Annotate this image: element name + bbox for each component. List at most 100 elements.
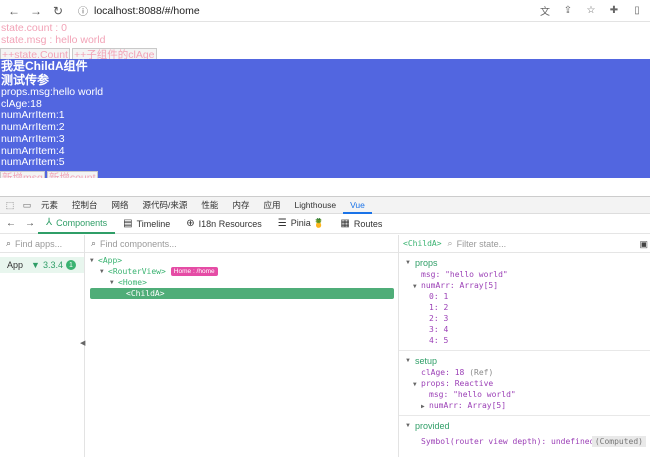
expand-triangle-icon[interactable]: ▼ (110, 277, 118, 288)
prop-msg-text: msg: "hello world" (421, 270, 508, 279)
provided-section-header[interactable]: ▼ provided (399, 419, 650, 432)
setup-section-header[interactable]: ▼ setup (399, 354, 650, 367)
tab-sources[interactable]: 源代码/来源 (136, 197, 195, 214)
setup-props-msg: msg: "hello world" (399, 389, 650, 400)
device-toolbar-icon[interactable]: ▭ (20, 200, 34, 211)
open-in-editor-icon[interactable]: ▣ (639, 239, 648, 250)
inspector-header: <ChildA> ⌕ Filter state... ▣ (399, 235, 650, 253)
address-bar[interactable]: ⓘ localhost:8088/#/home (78, 3, 200, 19)
share-icon[interactable]: ⇪ (561, 3, 575, 17)
array-item: 3: 4 (399, 324, 650, 335)
tab-lighthouse[interactable]: Lighthouse (287, 197, 343, 214)
expand-triangle-icon[interactable]: ▼ (405, 423, 411, 429)
tab-pinia[interactable]: ☰ Pinia 🍍 (270, 214, 333, 234)
prop-numarr-text: numArr: Array[5] (421, 281, 499, 290)
props-section-title: props (414, 257, 438, 268)
setup-numarr-text: numArr: Array[5] (429, 401, 507, 410)
tree-node-childa[interactable]: <ChildA> (90, 288, 394, 299)
vue-version-text: 3.3.4 (42, 260, 63, 270)
setup-clage: clAge: 18 (Ref) (399, 367, 650, 378)
bookmark-star-icon[interactable]: ☆ (584, 3, 598, 17)
find-apps-placeholder: Find apps... (15, 238, 63, 249)
app-list-item[interactable]: App ▼ 3.3.4 1 (0, 257, 84, 273)
tree-node-app[interactable]: ▼ <App> (85, 255, 398, 266)
tab-i18n[interactable]: ⊕ I18n Resources (178, 214, 269, 234)
expand-triangle-icon[interactable]: ▼ (90, 255, 98, 266)
tree-node-label: <App> (98, 256, 123, 265)
provided-section-title: provided (414, 420, 450, 431)
props-section-header[interactable]: ▼ props (399, 256, 650, 269)
expand-triangle-icon[interactable]: ▼ (100, 266, 108, 277)
ref-tag: (Ref) (469, 368, 494, 377)
site-info-icon[interactable]: ⓘ (78, 3, 88, 18)
forward-arrow-icon[interactable]: → (28, 3, 44, 19)
tab-memory[interactable]: 内存 (225, 197, 256, 214)
forward-arrow-icon[interactable]: → (22, 218, 38, 229)
vue-version: ▼ 3.3.4 1 (31, 260, 76, 270)
array-item: 2: 3 (399, 313, 650, 324)
expand-triangle-icon[interactable]: ▼ (413, 281, 421, 292)
tab-routes[interactable]: ▦ Routes (332, 214, 390, 234)
expand-triangle-icon[interactable]: ▼ (405, 358, 411, 364)
expand-triangle-icon[interactable]: ▼ (405, 260, 411, 266)
child-component-block: 我是ChildA组件 测试传参 props.msg:hello world cl… (0, 59, 650, 185)
search-icon: ⌕ (91, 238, 97, 248)
tab-vue[interactable]: Vue (343, 197, 372, 214)
tab-timeline-label: Timeline (136, 218, 171, 229)
prop-numarr[interactable]: ▼ numArr: Array[5] (399, 280, 650, 291)
filter-state-search[interactable]: ⌕ Filter state... (448, 238, 507, 249)
find-components-placeholder: Find components... (100, 238, 177, 249)
prop-msg: msg: "hello world" (399, 269, 650, 280)
vue-devtools-toolbar: ← → ⅄ Components ▤ Timeline ⊕ I18n Resou… (0, 214, 650, 234)
setup-props-numarr[interactable]: ▶ numArr: Array[5] (399, 400, 650, 411)
array-item-text: 3: 4 (429, 325, 449, 334)
array-item-text: 4: 5 (429, 336, 449, 345)
url-text: localhost:8088/#/home (94, 4, 200, 17)
sidebar-icon[interactable]: ▯ (630, 3, 644, 17)
provided-section: ▼ provided Symbol(router view depth): un… (399, 416, 650, 451)
reload-icon[interactable]: ↻ (50, 3, 66, 19)
tab-application[interactable]: 应用 (256, 197, 287, 214)
setup-section: ▼ setup clAge: 18 (Ref) ▼ props: Reactive… (399, 351, 650, 416)
tree-node-label: <Home> (118, 278, 147, 287)
tab-pinia-label: Pinia 🍍 (290, 218, 325, 228)
tab-elements[interactable]: 元素 (34, 197, 65, 214)
props-msg-text: props.msg:hello world (1, 86, 104, 98)
setup-props[interactable]: ▼ props: Reactive (399, 378, 650, 389)
devtools-panel: ⬚ ▭ 元素 控制台 网络 源代码/来源 性能 内存 应用 Lighthouse… (0, 196, 650, 457)
tree-node-label: <ChildA> (126, 289, 165, 298)
tab-performance[interactable]: 性能 (194, 197, 225, 214)
app-count-badge: 1 (65, 260, 76, 270)
route-badge: Home : /home (170, 267, 218, 276)
inspect-element-icon[interactable]: ⬚ (3, 200, 17, 211)
search-icon: ⌕ (447, 238, 453, 248)
collapsed-triangle-icon[interactable]: ▶ (421, 401, 429, 412)
setup-section-title: setup (414, 355, 437, 366)
cl-age-text: clAge:18 (1, 97, 42, 110)
find-apps-search[interactable]: ⌕ Find apps... (0, 235, 84, 253)
apps-pane: ⌕ Find apps... App ▼ 3.3.4 1 (0, 235, 85, 457)
back-arrow-icon[interactable]: ← (6, 3, 22, 19)
tab-timeline[interactable]: ▤ Timeline (115, 214, 178, 234)
tree-node-home[interactable]: ▼ <Home> (85, 277, 398, 288)
list-item: numArrItem:3 (1, 132, 65, 145)
filter-state-placeholder: Filter state... (456, 238, 507, 249)
routes-icon: ▦ (340, 218, 350, 229)
translate-icon[interactable]: 文 (538, 3, 552, 18)
list-item: numArrItem:1 (1, 109, 65, 122)
expand-triangle-icon[interactable]: ▼ (413, 379, 421, 390)
back-arrow-icon[interactable]: ← (3, 218, 19, 229)
tree-node-label: <RouterView> (108, 267, 166, 276)
extensions-icon[interactable]: ✚ (607, 3, 621, 17)
tab-components[interactable]: ⅄ Components (38, 214, 116, 234)
state-msg-text: state.msg : hello world (1, 34, 106, 46)
array-item-text: 1: 2 (429, 303, 449, 312)
setup-clage-text: clAge: 18 (421, 368, 465, 377)
tab-network[interactable]: 网络 (105, 197, 136, 214)
tab-console[interactable]: 控制台 (65, 197, 105, 214)
tree-node-routerview[interactable]: ▼ <RouterView> Home : /home (85, 266, 398, 277)
tab-components-label: Components (56, 217, 108, 228)
vue-logo-icon: ▼ (31, 260, 40, 270)
provided-symbol-text: Symbol(router view depth): undefined (421, 437, 595, 446)
find-components-search[interactable]: ⌕ Find components... (85, 235, 398, 253)
